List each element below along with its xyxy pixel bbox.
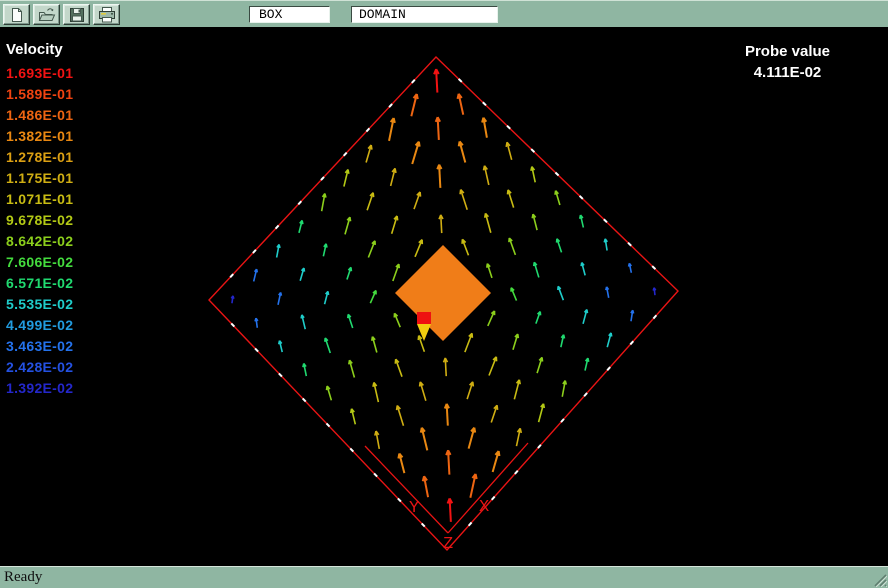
legend-entry: 3.463E-02 [6,336,73,357]
status-bar: Ready [0,566,888,588]
axis-label-z: Z [443,535,453,554]
application-window: Y Z X Velocity 1.693E-011.589E-011.486E-01… [0,0,888,588]
legend-rows: 1.693E-011.589E-011.486E-011.382E-011.27… [6,63,73,399]
obstacle-block [395,245,491,341]
probe-readout: Probe value 4.111E-02 [745,41,830,83]
box-field[interactable] [249,6,330,23]
legend-entry: 5.535E-02 [6,294,73,315]
legend-entry: 1.486E-01 [6,105,73,126]
legend-entry: 7.606E-02 [6,252,73,273]
probe-marker[interactable] [417,312,431,324]
axis-label-x: X [479,498,489,517]
legend-entry: 4.499E-02 [6,315,73,336]
axis-label-y: Y [409,499,419,518]
save-file-button[interactable] [63,4,90,25]
save-floppy-icon [68,7,86,23]
print-button[interactable] [93,4,120,25]
print-icon [98,7,116,23]
legend-entry: 1.071E-01 [6,189,73,210]
legend-title: Velocity [6,41,73,58]
toolbar [0,0,888,29]
vector-plot-canvas[interactable]: Y Z X [0,29,888,566]
legend-entry: 9.678E-02 [6,210,73,231]
probe-value: 4.111E-02 [745,62,830,83]
legend-entry: 8.642E-02 [6,231,73,252]
velocity-legend: Velocity 1.693E-011.589E-011.486E-011.38… [6,41,73,399]
legend-entry: 1.693E-01 [6,63,73,84]
status-text: Ready [4,569,42,586]
plot-area[interactable]: Y Z X Velocity 1.693E-011.589E-011.486E-01… [0,29,888,566]
legend-entry: 1.175E-01 [6,168,73,189]
legend-entry: 1.382E-01 [6,126,73,147]
legend-entry: 6.571E-02 [6,273,73,294]
probe-label: Probe value [745,41,830,62]
open-file-button[interactable] [33,4,60,25]
legend-entry: 1.278E-01 [6,147,73,168]
new-file-button[interactable] [3,4,30,25]
resize-grip[interactable] [872,572,887,587]
open-folder-icon [38,7,56,23]
domain-field[interactable] [351,6,498,23]
legend-entry: 1.589E-01 [6,84,73,105]
new-document-icon [8,7,26,23]
legend-entry: 2.428E-02 [6,357,73,378]
legend-entry: 1.392E-02 [6,378,73,399]
